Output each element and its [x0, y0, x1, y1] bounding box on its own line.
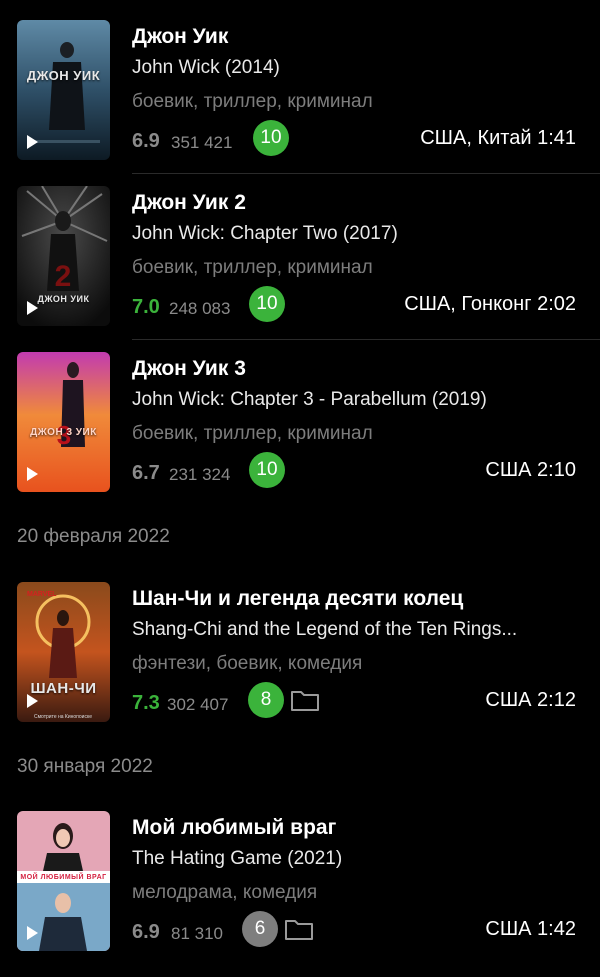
country-duration: США 2:10 [485, 459, 576, 481]
movie-item[interactable]: ДЖОН УИК Джон Уик John Wick (2014) боеви… [0, 20, 600, 186]
play-icon[interactable] [27, 467, 38, 481]
movie-poster[interactable]: МОЙ ЛЮБИМЫЙ ВРАГ [17, 811, 110, 951]
divider [132, 173, 600, 174]
votes-count: 81 310 [171, 924, 223, 943]
kp-rating: 6.9 [132, 130, 160, 152]
movie-genres: мелодрама, комедия [132, 882, 318, 903]
date-header: 30 января 2022 [17, 756, 153, 777]
movie-original-title: The Hating Game (2021) [132, 848, 343, 869]
movie-poster[interactable]: MARVEL Смотрите на Кинопоиске ШАН-ЧИ [17, 582, 110, 722]
svg-text:2: 2 [55, 260, 72, 293]
my-rating-badge[interactable]: 10 [249, 286, 285, 322]
play-icon[interactable] [27, 926, 38, 940]
kp-rating: 6.7 [132, 462, 160, 484]
folder-icon[interactable] [284, 917, 314, 941]
movie-poster[interactable]: 3 ДЖОН 3 УИК [17, 352, 110, 492]
movie-item[interactable]: 2 ДЖОН УИК Джон Уик 2 John Wick: Chapter… [0, 186, 600, 352]
movie-title[interactable]: Джон Уик [132, 25, 228, 49]
my-rating-badge[interactable]: 6 [242, 911, 278, 947]
poster-title: МОЙ ЛЮБИМЫЙ ВРАГ [20, 874, 107, 881]
movie-title[interactable]: Мой любимый враг [132, 816, 336, 840]
kp-rating: 7.0 [132, 296, 160, 318]
kp-rating: 6.9 [132, 921, 160, 943]
movie-title[interactable]: Джон Уик 2 [132, 191, 246, 215]
movie-original-title: Shang-Chi and the Legend of the Ten Ring… [132, 619, 518, 640]
movie-original-title: John Wick (2014) [132, 57, 280, 78]
movie-genres: боевик, триллер, криминал [132, 423, 373, 444]
movie-poster[interactable]: 2 ДЖОН УИК [17, 186, 110, 326]
movie-poster[interactable]: ДЖОН УИК [17, 20, 110, 160]
movie-genres: боевик, триллер, криминал [132, 91, 373, 112]
votes-count: 302 407 [167, 695, 229, 714]
movie-original-title: John Wick: Chapter 3 - Parabellum (2019) [132, 389, 487, 410]
country-duration: США 1:42 [485, 918, 576, 940]
country-duration: США, Китай 1:41 [420, 127, 576, 149]
movie-title[interactable]: Джон Уик 3 [132, 357, 246, 381]
movie-item[interactable]: МОЙ ЛЮБИМЫЙ ВРАГ Мой любимый враг The Ha… [0, 811, 600, 977]
divider [132, 339, 600, 340]
votes-count: 248 083 [169, 299, 231, 318]
poster-title: ДЖОН 3 УИК [30, 427, 97, 438]
svg-text:Смотрите на Кинопоиске: Смотрите на Кинопоиске [34, 714, 92, 720]
country-duration: США 2:12 [485, 689, 576, 711]
svg-text:MARVEL: MARVEL [27, 591, 57, 598]
movie-original-title: John Wick: Chapter Two (2017) [132, 223, 398, 244]
play-icon[interactable] [27, 694, 38, 708]
folder-icon[interactable] [290, 688, 320, 712]
play-icon[interactable] [27, 301, 38, 315]
movie-genres: фэнтези, боевик, комедия [132, 653, 363, 674]
movie-item[interactable]: MARVEL Смотрите на Кинопоиске ШАН-ЧИ Шан… [0, 582, 600, 748]
poster-title: ДЖОН УИК [26, 68, 101, 83]
kp-rating: 7.3 [132, 692, 160, 714]
my-rating-badge[interactable]: 8 [248, 682, 284, 718]
my-rating-badge[interactable]: 10 [253, 120, 289, 156]
play-icon[interactable] [27, 135, 38, 149]
movie-title[interactable]: Шан-Чи и легенда десяти колец [132, 587, 463, 611]
my-rating-badge[interactable]: 10 [249, 452, 285, 488]
date-header: 20 февраля 2022 [17, 526, 170, 547]
votes-count: 231 324 [169, 465, 231, 484]
movie-item[interactable]: 3 ДЖОН 3 УИК Джон Уик 3 John Wick: Chapt… [0, 352, 600, 518]
movie-genres: боевик, триллер, криминал [132, 257, 373, 278]
votes-count: 351 421 [171, 133, 233, 152]
country-duration: США, Гонконг 2:02 [404, 293, 576, 315]
